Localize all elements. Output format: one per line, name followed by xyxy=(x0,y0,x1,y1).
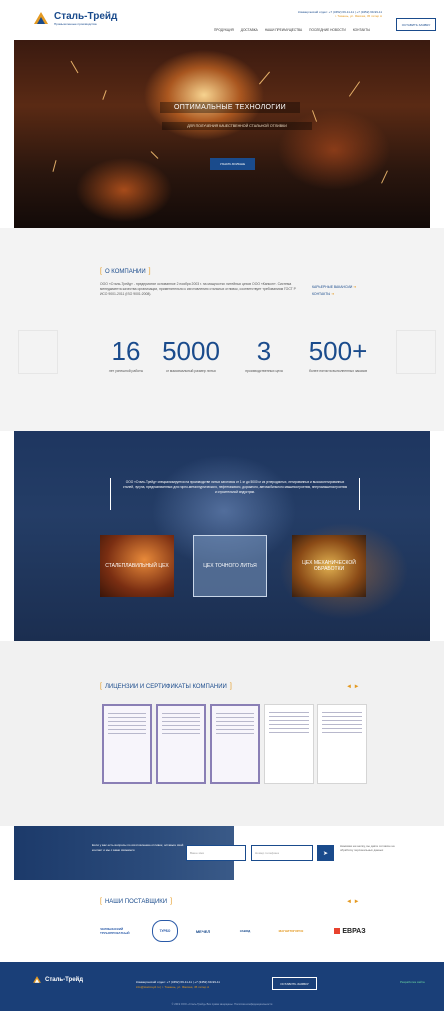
hero-banner xyxy=(14,40,430,228)
stat-value: 5000 xyxy=(162,336,220,366)
stat-max-weight: 5000 кг максимальный размер литья xyxy=(156,337,226,374)
about-title: [О КОМПАНИИ] xyxy=(100,268,151,275)
about-text: ООО «Сталь-Трейд» - предприятие основанн… xyxy=(100,282,296,296)
stat-label: лет успешной работы xyxy=(108,369,144,373)
spark xyxy=(70,60,79,74)
brand-tagline: Промышленные производства xyxy=(54,22,97,26)
spark xyxy=(258,71,271,85)
footer-brand-name: Сталь-Трейд xyxy=(45,977,84,983)
header-contacts: Коммерческий отдел: +7 (3452) 69-11-11 |… xyxy=(222,10,382,18)
supplier-logo[interactable]: ЕВРАЗ xyxy=(330,920,370,942)
arrow-left-icon[interactable]: ◄ xyxy=(346,899,352,905)
licenses-title: [ЛИЦЕНЗИИ И СЕРТИФИКАТЫ КОМПАНИИ] xyxy=(100,683,232,690)
copyright: © 2019 ООО «Сталь-Трейд» Все права защищ… xyxy=(171,1003,273,1006)
spark xyxy=(381,170,388,184)
license-thumbnail[interactable] xyxy=(264,704,314,784)
stat-orders: 500+ более пятиста выполненных заказов xyxy=(302,337,374,374)
arrow-right-icon: ➜ xyxy=(331,292,335,296)
spark xyxy=(150,151,159,159)
name-input[interactable]: Ваше имя xyxy=(186,845,246,861)
nav-item-advantages[interactable]: НАШИ ПРЕИМУЩЕСТВА xyxy=(265,28,302,32)
production-text: ООО «Сталь-Трейд» специализируется на пр… xyxy=(122,480,348,494)
footer-address: info@stal-treyd.ru | г. Тюмень, ул. Ямск… xyxy=(136,984,210,989)
spark xyxy=(311,110,318,122)
stat-label: кг максимальный размер литья xyxy=(166,369,216,373)
nav-item-contacts[interactable]: КОНТАКТЫ xyxy=(353,28,370,32)
about-link-contacts[interactable]: КОНТАКТЫ ➜ xyxy=(312,291,356,298)
license-thumbnail[interactable] xyxy=(156,704,206,784)
developer-credit[interactable]: Разработка сайта xyxy=(400,980,425,984)
license-thumbnail[interactable] xyxy=(102,704,152,784)
spark xyxy=(102,90,107,100)
stat-value: 500+ xyxy=(308,336,368,366)
about-links: КАРЬЕРНЫЕ ВАКАНСИИ ➜ КОНТАКТЫ ➜ xyxy=(312,284,356,298)
spark xyxy=(348,81,361,97)
suppliers-carousel-arrows: ◄ ► xyxy=(346,899,360,905)
licenses-carousel-arrows: ◄ ► xyxy=(346,684,360,690)
link-label: КОНТАКТЫ xyxy=(312,292,331,296)
footer-phones: Коммерческий отдел: +7 (3452) 69-11-11 |… xyxy=(136,980,220,984)
hero-title: ОПТИМАЛЬНЫЕ ТЕХНОЛОГИИ xyxy=(160,102,300,113)
stat-label: более пятиста выполненных заказов xyxy=(308,369,368,373)
license-thumbnail[interactable] xyxy=(210,704,260,784)
about-section xyxy=(0,228,444,431)
workshop-card-precision[interactable]: ЦЕХ ТОЧНОГО ЛИТЬЯ xyxy=(193,535,267,597)
about-link-vacancies[interactable]: КАРЬЕРНЫЕ ВАКАНСИИ ➜ xyxy=(312,284,356,291)
decor-icon xyxy=(396,330,436,374)
spark xyxy=(52,160,57,172)
workshop-card-steel[interactable]: СТАЛЕПЛАВИЛЬНЫЙ ЦЕХ xyxy=(100,535,174,597)
send-button[interactable]: ➤ xyxy=(317,845,334,861)
license-thumbnail[interactable] xyxy=(317,704,367,784)
stat-value: 3 xyxy=(256,336,272,366)
logo-icon xyxy=(33,976,41,983)
header-address: г. Тюмень, ул. Ямская, 45 литер А xyxy=(335,14,382,18)
stat-label: производственных цеха xyxy=(245,369,283,373)
supplier-logo[interactable]: ЗАВОД xyxy=(232,920,258,942)
evraz-mark-icon xyxy=(334,928,341,934)
about-title-text: О КОМПАНИИ xyxy=(104,268,146,275)
licenses-title-text: ЛИЦЕНЗИИ И СЕРТИФИКАТЫ КОМПАНИИ xyxy=(104,683,227,690)
phone-input[interactable]: Номер телефона xyxy=(251,845,313,861)
hero-more-button[interactable]: УЗНАТЬ БОЛЬШЕ xyxy=(210,158,255,170)
footer-logo[interactable]: Сталь-Трейд xyxy=(32,975,83,985)
supplier-logo-text: ЕВРАЗ xyxy=(342,927,366,935)
nav-item-news[interactable]: ПОСЛЕДНИЕ НОВОСТИ xyxy=(309,28,346,32)
arrow-right-icon[interactable]: ► xyxy=(354,684,360,690)
arrow-right-icon[interactable]: ► xyxy=(354,899,360,905)
nav-item-delivery[interactable]: ДОСТАВКА xyxy=(241,28,258,32)
site-logo[interactable]: Сталь-Трейд Промышленные производства xyxy=(32,8,122,30)
suppliers-title: [НАШИ ПОСТАВЩИКИ] xyxy=(100,898,173,905)
brand-name: Сталь-Трейд xyxy=(54,11,118,22)
footer-callback-button[interactable]: ОСТАВИТЬ ЗАЯВКУ xyxy=(272,977,317,990)
supplier-logo[interactable]: ЧЕЛЯБИНСКИЙ ТРУБОПРОКАТНЫЙ xyxy=(100,920,144,942)
privacy-note: Нажимая на кнопку, вы даёте согласие на … xyxy=(340,844,395,852)
stat-years: 16 лет успешной работы xyxy=(96,337,156,374)
supplier-logo[interactable]: МАГНИТОГОРСК xyxy=(268,920,314,942)
suppliers-title-text: НАШИ ПОСТАВЩИКИ xyxy=(104,898,168,905)
hero-subtitle: ДЛЯ ПОЛУЧЕНИЯ КАЧЕСТВЕННОЙ СТАЛЬНОЙ ОТЛИ… xyxy=(162,122,312,130)
decor-icon xyxy=(18,330,58,374)
supplier-logo[interactable]: МЕЧЕЛ xyxy=(188,920,218,942)
footer-contacts: Коммерческий отдел: +7 (3452) 69-11-11 |… xyxy=(136,980,220,989)
link-label: КАРЬЕРНЫЕ ВАКАНСИИ xyxy=(312,285,353,289)
workshop-card-machining[interactable]: ЦЕХ МЕХАНИЧЕСКОЙ ОБРАБОТКИ xyxy=(292,535,366,597)
stat-workshops: 3 производственных цеха xyxy=(236,337,292,374)
callback-button[interactable]: ОСТАВИТЬ ЗАЯВКУ xyxy=(396,18,436,31)
stat-value: 16 xyxy=(111,336,141,366)
main-nav: ПРОДУКЦИЯ ДОСТАВКА НАШИ ПРЕИМУЩЕСТВА ПОС… xyxy=(214,28,370,32)
contact-form-text: Если у вас есть вопросы по изготовлению … xyxy=(92,843,184,852)
arrow-left-icon[interactable]: ◄ xyxy=(346,684,352,690)
supplier-logo[interactable]: ТУРБО xyxy=(152,920,178,942)
arrow-right-icon: ➜ xyxy=(353,285,357,289)
logo-icon xyxy=(32,10,50,28)
nav-item-products[interactable]: ПРОДУКЦИЯ xyxy=(214,28,234,32)
